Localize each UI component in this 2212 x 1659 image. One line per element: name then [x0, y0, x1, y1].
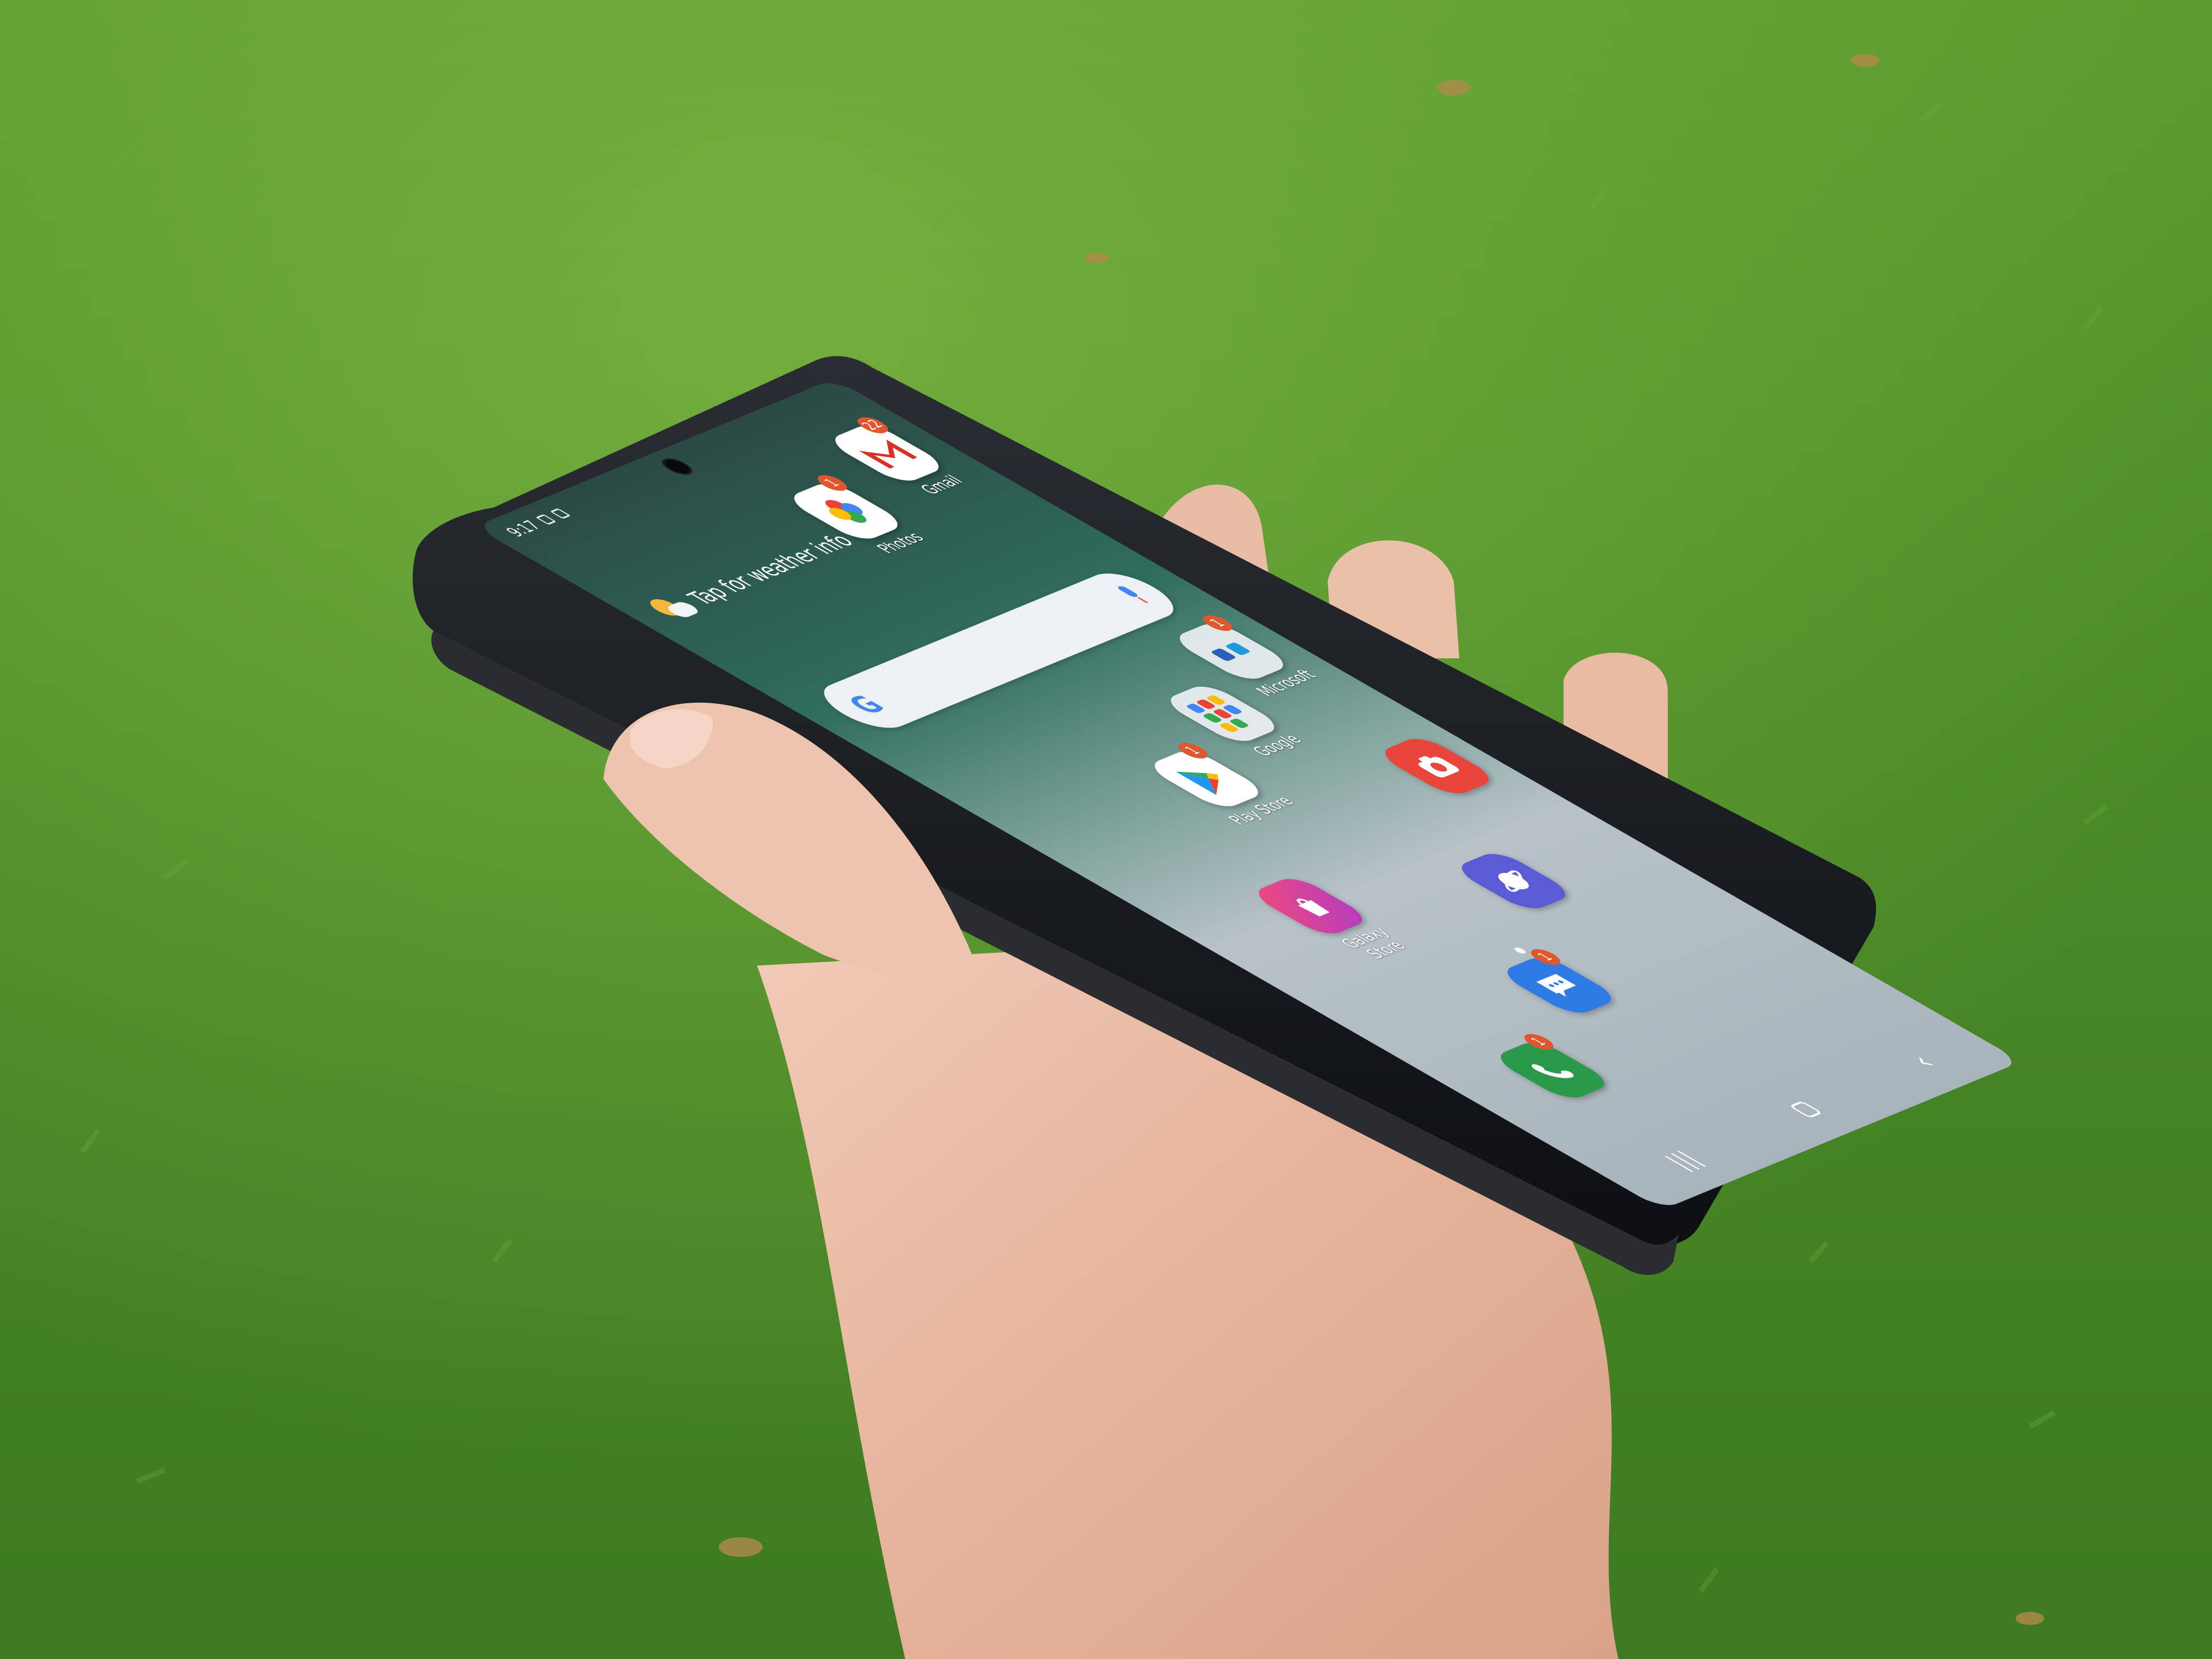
app-galaxy-store[interactable]: Galaxy Store — [1242, 871, 1427, 968]
photos-badge: 1 — [812, 472, 853, 494]
gmail-badge: 22 — [852, 414, 894, 436]
app-messages[interactable]: 1 — [1490, 946, 1634, 1024]
galaxy-store-icon — [1248, 874, 1373, 938]
phone-icon: 1 — [1490, 1031, 1615, 1102]
home-icon[interactable] — [1788, 1101, 1823, 1119]
play-store-badge: 1 — [1172, 740, 1213, 761]
status-time: 9:17 — [501, 517, 546, 540]
internet-icon — [1451, 849, 1576, 913]
recents-icon[interactable]: ||| — [1658, 1147, 1709, 1173]
app-internet[interactable] — [1444, 847, 1589, 919]
google-logo-icon: G — [839, 690, 895, 720]
photos-icon: 1 — [783, 472, 908, 544]
microsoft-badge: 1 — [1198, 613, 1238, 634]
messages-icon: 1 — [1497, 946, 1621, 1018]
back-icon[interactable]: ‹ — [1899, 1048, 1946, 1074]
weather-widget[interactable]: Tap for weather info — [644, 528, 864, 624]
status-notification-icon — [550, 508, 571, 519]
app-play-store[interactable]: 1 Play Store — [1137, 740, 1302, 830]
app-google-folder[interactable]: Google — [1153, 679, 1318, 764]
phone-badge: 1 — [1519, 1031, 1559, 1052]
app-phone[interactable]: 1 — [1483, 1031, 1628, 1108]
status-notification-icon — [535, 514, 557, 525]
google-search-bar[interactable]: G — [808, 566, 1189, 735]
messages-badge: 1 — [1525, 946, 1566, 968]
page-indicator — [1512, 946, 1528, 955]
weather-text: Tap for weather info — [680, 529, 860, 609]
mic-icon[interactable] — [1114, 584, 1153, 606]
